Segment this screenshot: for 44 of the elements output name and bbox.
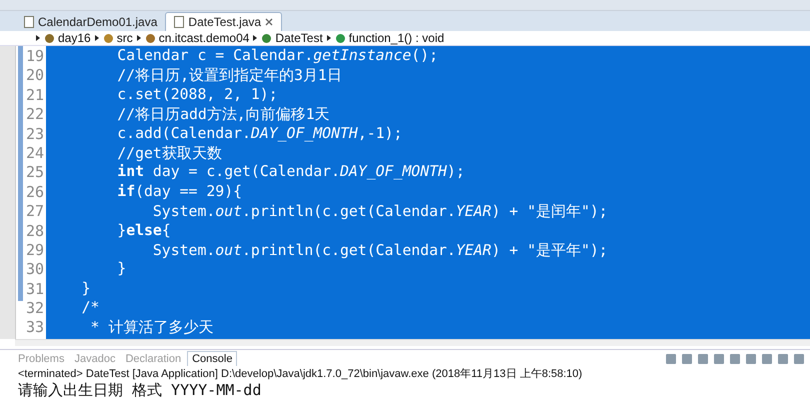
panel-tab[interactable]: Console xyxy=(187,351,238,366)
code-line: /* xyxy=(80,299,100,318)
horizontal-scrollbar[interactable] xyxy=(15,339,810,346)
java-file-icon xyxy=(24,16,34,28)
line-number: 19 xyxy=(24,47,45,66)
code-line: } xyxy=(116,260,128,280)
code-line: if(day == 29){ xyxy=(116,182,244,202)
breadcrumb-item[interactable]: src xyxy=(102,31,133,45)
breadcrumb-item[interactable]: function_1() : void xyxy=(334,31,444,45)
line-number: 26 xyxy=(24,182,45,202)
code-line: Calendar c = Calendar.getInstance(); xyxy=(116,47,439,66)
line-number: 29 xyxy=(24,240,45,260)
line-number: 20 xyxy=(24,66,45,86)
line-number: 23 xyxy=(24,124,45,144)
code-line: int day = c.get(Calendar.DAY_OF_MONTH); xyxy=(116,163,466,182)
line-number: 22 xyxy=(24,105,45,125)
code-line: System.out.println(c.get(Calendar.YEAR) + "是闰年"); xyxy=(152,202,609,222)
line-number: 21 xyxy=(24,86,45,106)
breadcrumb-item[interactable]: day16 xyxy=(44,31,91,45)
code-line: * 计算活了多少天 xyxy=(90,318,214,338)
code-line: //将日历add方法,向前偏移1天 xyxy=(116,105,331,125)
code-line: //get获取天数 xyxy=(116,144,223,164)
code-line: c.add(Calendar.DAY_OF_MONTH,-1); xyxy=(116,124,404,144)
line-number: 28 xyxy=(24,222,45,241)
console-status: <terminated> DateTest [Java Application] D:\develop\Java\jdk1.7.0_72\bin\javaw.exe (2018年11月13日 上午8:58:10) xyxy=(17,367,584,382)
line-number: 30 xyxy=(24,260,45,280)
code-line: } xyxy=(80,280,92,299)
line-number: 25 xyxy=(24,163,45,183)
breadcrumb-item[interactable]: cn.itcast.demo04 xyxy=(144,31,250,45)
breadcrumb-item[interactable]: DateTest xyxy=(261,31,323,45)
line-number: 27 xyxy=(24,202,45,222)
code-line: //将日历,设置到指定年的3月1日 xyxy=(116,66,343,86)
code-line: c.set(2088, 2, 1); xyxy=(116,86,279,105)
line-number: 24 xyxy=(24,144,45,164)
line-number: 31 xyxy=(24,280,45,300)
console-output: 请输入出生日期 格式 YYYY-MM-dd xyxy=(17,382,262,399)
close-icon[interactable] xyxy=(265,18,274,26)
line-number: 32 xyxy=(24,299,45,318)
editor-tab[interactable]: CalendarDemo01.java xyxy=(16,12,166,31)
line-number: 33 xyxy=(24,318,45,338)
editor-tab[interactable]: DateTest.java xyxy=(165,12,282,31)
java-file-icon xyxy=(174,16,184,28)
code-line: System.out.println(c.get(Calendar.YEAR) + "是平年"); xyxy=(152,240,609,260)
code-line: }else{ xyxy=(116,222,172,241)
